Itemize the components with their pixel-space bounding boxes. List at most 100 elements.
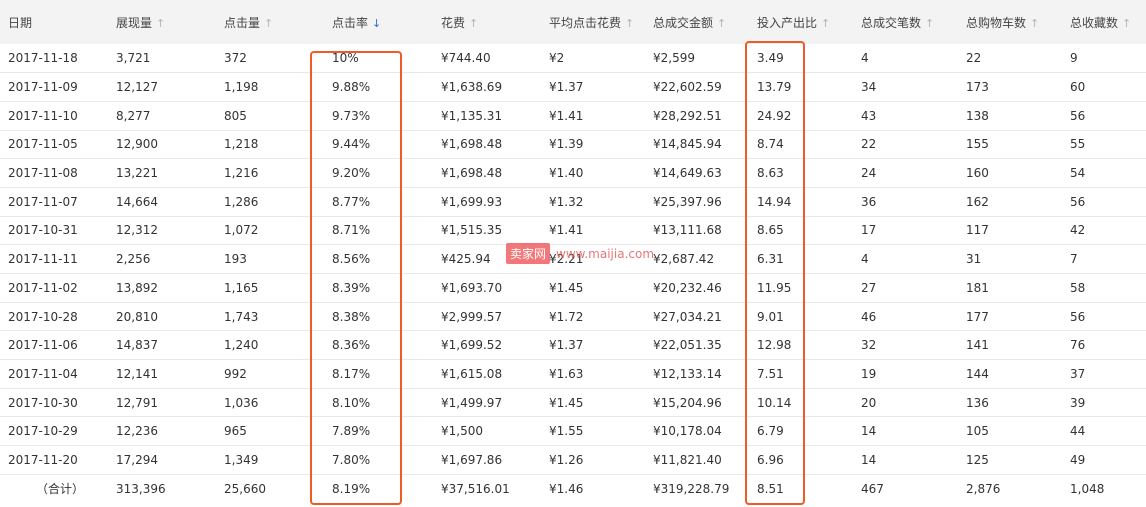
table-cell: 372 — [224, 51, 247, 66]
column-header-1[interactable]: 展现量 ↑ — [108, 0, 216, 44]
column-header-8[interactable]: 总成交笔数 ↑ — [853, 0, 958, 44]
table-row: 2017-11-20 17,294 1,349 7.80% ¥1,697.86 ¥1.26… — [0, 446, 1146, 475]
table-cell: 7.89% — [332, 424, 371, 439]
table-cell: ¥15,204.96 — [653, 395, 722, 410]
table-cell: 136 — [966, 395, 989, 410]
column-header-label: 点击量 — [224, 15, 261, 30]
table-cell: 9.88% — [332, 80, 371, 95]
column-header-3[interactable]: 点击率 ↓ — [324, 0, 433, 44]
table-cell: 12,791 — [116, 395, 158, 410]
table-cell: 173 — [966, 80, 989, 95]
table-cell: 1,240 — [224, 338, 259, 353]
table-cell: ¥1,499.97 — [441, 395, 503, 410]
column-header-5[interactable]: 平均点击花费 ↑ — [541, 0, 645, 44]
table-cell: 155 — [966, 137, 989, 152]
table-cell: ¥1.63 — [549, 366, 584, 381]
table-cell: 2017-10-29 — [8, 424, 78, 439]
table-cell: 125 — [966, 452, 989, 467]
table-cell: 58 — [1070, 280, 1086, 295]
table-cell: 7 — [1070, 252, 1078, 267]
column-header-7[interactable]: 投入产出比 ↑ — [749, 0, 853, 44]
table-cell: 8.38% — [332, 309, 371, 324]
column-header-label: 展现量 — [116, 15, 153, 30]
sort-up-icon[interactable]: ↑ — [717, 17, 726, 30]
sort-up-icon[interactable]: ↑ — [264, 17, 273, 30]
table-cell: 2017-11-18 — [8, 51, 78, 66]
table-row: 2017-10-31 12,312 1,072 8.71% ¥1,515.35 ¥1.41… — [0, 216, 1146, 245]
table-cell: 36 — [861, 194, 877, 209]
total-cell: 8.19% — [332, 481, 371, 496]
table-cell: 117 — [966, 223, 989, 238]
table-row: 2017-11-18 3,721 372 10% ¥744.40 ¥2 ¥2,599 3.49… — [0, 44, 1146, 73]
sort-up-icon[interactable]: ↑ — [156, 17, 165, 30]
table-cell: 43 — [861, 108, 877, 123]
table-row: 2017-10-28 20,810 1,743 8.38% ¥2,999.57 ¥1.72… — [0, 302, 1146, 331]
table-cell: 6.96 — [757, 452, 784, 467]
table-cell: 8.56% — [332, 252, 371, 267]
table-cell: 14.94 — [757, 194, 792, 209]
table-cell: 3.49 — [757, 51, 784, 66]
table-cell: ¥25,397.96 — [653, 194, 722, 209]
table-cell: ¥1,697.86 — [441, 452, 503, 467]
table-cell: ¥22,051.35 — [653, 338, 722, 353]
table-cell: ¥1,500 — [441, 424, 483, 439]
table-cell: 992 — [224, 366, 247, 381]
table-cell: 20,810 — [116, 309, 158, 324]
table-cell: 8.65 — [757, 223, 784, 238]
table-cell: 1,165 — [224, 280, 259, 295]
table-cell: 138 — [966, 108, 989, 123]
column-header-10[interactable]: 总收藏数 ↑ — [1062, 0, 1146, 44]
table-cell: 2017-11-05 — [8, 137, 78, 152]
sort-up-icon[interactable]: ↑ — [925, 17, 934, 30]
table-cell: 8.17% — [332, 366, 371, 381]
total-row: （合计） 313,396 25,660 8.19% ¥37,516.01 ¥1.46 ¥31… — [0, 474, 1146, 503]
sort-down-icon[interactable]: ↓ — [372, 17, 381, 30]
column-header-6[interactable]: 总成交金额 ↑ — [645, 0, 749, 44]
table-cell: 141 — [966, 338, 989, 353]
table-cell: ¥10,178.04 — [653, 424, 722, 439]
sort-up-icon[interactable]: ↑ — [625, 17, 634, 30]
table-row: 2017-11-02 13,892 1,165 8.39% ¥1,693.70 ¥1.45… — [0, 274, 1146, 303]
table-cell: 37 — [1070, 366, 1086, 381]
sort-up-icon[interactable]: ↑ — [1122, 17, 1131, 30]
table-cell: 160 — [966, 166, 989, 181]
column-header-label: 总购物车数 — [966, 15, 1027, 30]
table-cell: 14,664 — [116, 194, 158, 209]
table-cell: ¥1.72 — [549, 309, 584, 324]
table-cell: 54 — [1070, 166, 1086, 181]
table-cell: 8.63 — [757, 166, 784, 181]
table-cell: 34 — [861, 80, 877, 95]
column-header-label: 点击率 — [332, 15, 369, 30]
column-header-2[interactable]: 点击量 ↑ — [216, 0, 324, 44]
table-cell: 162 — [966, 194, 989, 209]
total-cell: ¥37,516.01 — [441, 481, 510, 496]
table-row: 2017-11-08 13,221 1,216 9.20% ¥1,698.48 ¥1.40… — [0, 159, 1146, 188]
table-cell: 11.95 — [757, 280, 792, 295]
table-cell: 24 — [861, 166, 877, 181]
watermark-url: www.maijia.com — [556, 246, 655, 261]
table-cell: 9.01 — [757, 309, 784, 324]
table-cell: 56 — [1070, 108, 1086, 123]
table-cell: 1,036 — [224, 395, 259, 410]
table-cell: 12,141 — [116, 366, 158, 381]
table-cell: 17 — [861, 223, 877, 238]
table-row: 2017-10-30 12,791 1,036 8.10% ¥1,499.97 ¥1.45… — [0, 388, 1146, 417]
column-header-label: 日期 — [8, 15, 33, 30]
table-cell: ¥1.55 — [549, 424, 584, 439]
table-cell: ¥1.45 — [549, 395, 584, 410]
column-header-4[interactable]: 花费 ↑ — [433, 0, 541, 44]
table-row: 2017-11-05 12,900 1,218 9.44% ¥1,698.48 ¥1.39… — [0, 130, 1146, 159]
total-cell: ¥1.46 — [549, 481, 584, 496]
column-header-9[interactable]: 总购物车数 ↑ — [958, 0, 1062, 44]
table-cell: 2017-11-20 — [8, 452, 78, 467]
table-cell: 12.98 — [757, 338, 792, 353]
sort-up-icon[interactable]: ↑ — [821, 17, 830, 30]
sort-up-icon[interactable]: ↑ — [469, 17, 478, 30]
table-cell: 9.44% — [332, 137, 371, 152]
total-cell: 25,660 — [224, 481, 266, 496]
table-cell: ¥1,693.70 — [441, 280, 503, 295]
sort-up-icon[interactable]: ↑ — [1030, 17, 1039, 30]
table-cell: 2017-11-07 — [8, 194, 78, 209]
table-cell: ¥20,232.46 — [653, 280, 722, 295]
total-cell: （合计） — [36, 482, 85, 497]
